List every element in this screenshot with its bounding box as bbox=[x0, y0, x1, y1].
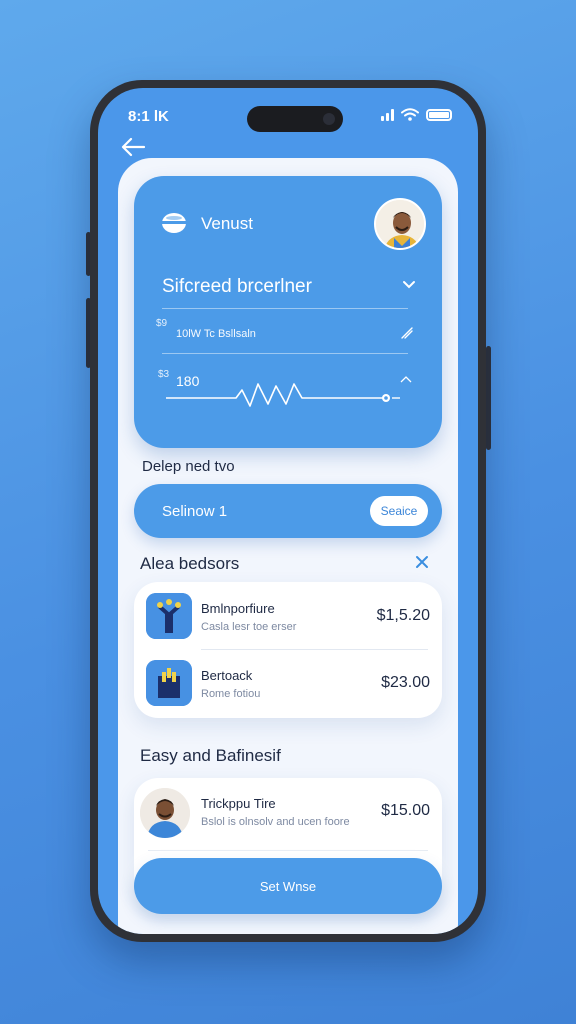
row-tag: $9 bbox=[156, 318, 168, 329]
primary-action-button[interactable]: Set Wnse bbox=[134, 858, 442, 914]
list-item[interactable]: Trickppu Tire Bslol is olnsolv and ucen … bbox=[134, 778, 442, 844]
dynamic-island bbox=[247, 106, 343, 132]
select-button[interactable]: Seaice bbox=[370, 496, 428, 526]
product-icon bbox=[146, 660, 192, 706]
selection-bar[interactable]: Selinow 1 Seaice bbox=[134, 484, 442, 538]
status-icons bbox=[381, 108, 452, 121]
item-price: $1,5.20 bbox=[376, 607, 430, 624]
brand-name: Venust bbox=[201, 214, 253, 233]
list-item[interactable]: Bertoack Rome fotiou $23.00 bbox=[134, 650, 442, 716]
item-subtitle: Rome fotiou bbox=[201, 688, 261, 700]
camera-icon bbox=[323, 113, 335, 125]
account-card[interactable]: Venust Sifcreed brcerlner $9 10lW Tc Bsl… bbox=[134, 176, 442, 448]
item-name: Bmlnporfiure bbox=[201, 601, 275, 616]
close-icon[interactable] bbox=[414, 554, 430, 570]
item-subtitle: Casla lesr toe erser bbox=[201, 621, 297, 633]
status-time: 8:1 lK bbox=[128, 108, 169, 125]
phone-frame: 8:1 lK Venust Sifcreed brcerlner $9 10lW… bbox=[90, 80, 486, 942]
chevron-down-icon[interactable] bbox=[402, 280, 416, 290]
section-title: Delep ned tvo bbox=[142, 458, 235, 475]
phone-side-button bbox=[486, 346, 491, 450]
detail-row-text: 10lW Tc Bsllsaln bbox=[176, 328, 256, 340]
selection-label: Selinow 1 bbox=[162, 503, 228, 520]
divider bbox=[162, 308, 408, 309]
section-title: Easy and Bafinesif bbox=[140, 746, 281, 765]
divider bbox=[162, 353, 408, 354]
item-price: $23.00 bbox=[381, 674, 430, 691]
section-title: Alea bedsors bbox=[140, 554, 240, 573]
item-name: Bertoack bbox=[201, 668, 253, 683]
trend-icon bbox=[401, 327, 413, 339]
wifi-icon bbox=[401, 108, 419, 121]
brand-logo-icon bbox=[162, 213, 186, 233]
avatar[interactable] bbox=[374, 198, 426, 250]
item-subtitle: Bslol is olnsolv and ucen foore bbox=[201, 816, 350, 828]
phone-screen: 8:1 lK Venust Sifcreed brcerlner $9 10lW… bbox=[98, 88, 478, 934]
back-arrow-icon[interactable] bbox=[118, 132, 148, 162]
items-card: Bmlnporfiure Casla lesr toe erser $1,5.2… bbox=[134, 582, 442, 718]
signal-icon bbox=[381, 108, 394, 121]
activity-graph bbox=[166, 383, 400, 407]
battery-icon bbox=[426, 108, 452, 121]
list-item[interactable]: Bmlnporfiure Casla lesr toe erser $1,5.2… bbox=[134, 583, 442, 649]
account-title: Sifcreed brcerlner bbox=[162, 276, 312, 297]
item-price: $15.00 bbox=[381, 802, 430, 819]
avatar bbox=[140, 788, 190, 838]
item-name: Trickppu Tire bbox=[201, 796, 276, 811]
divider bbox=[148, 850, 428, 851]
product-icon bbox=[146, 593, 192, 639]
